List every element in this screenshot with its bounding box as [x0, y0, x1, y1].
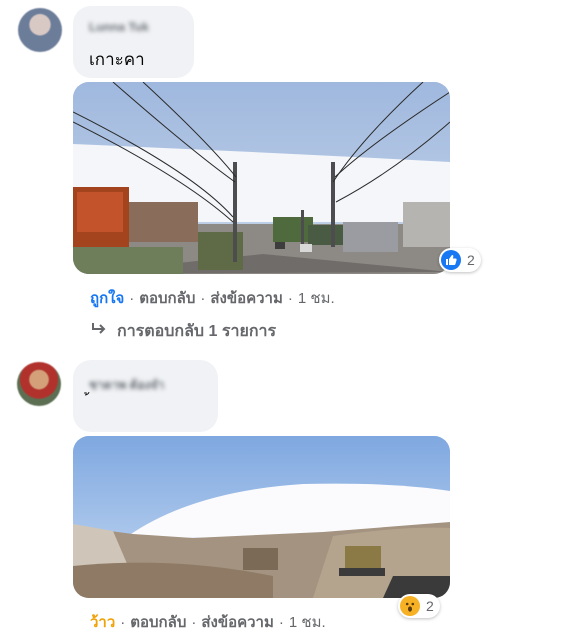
wow-icon — [400, 596, 420, 616]
like-link[interactable]: ถูกใจ — [90, 290, 124, 307]
reply-arrow-icon — [91, 322, 107, 341]
timestamp[interactable]: 1 ชม. — [289, 614, 326, 631]
wow-link[interactable]: ว้าว — [90, 614, 115, 631]
comment-photo-quarry[interactable] — [73, 436, 450, 598]
message-link[interactable]: ส่งข้อความ — [210, 290, 283, 307]
timestamp[interactable]: 1 ชม. — [298, 290, 335, 307]
comment-actions: ว้าว · ตอบกลับ · ส่งข้อความ · 1 ชม. — [90, 614, 326, 631]
reply-link[interactable]: ตอบกลับ — [130, 614, 186, 631]
street-cloud-photo — [73, 82, 450, 274]
view-replies-link[interactable]: การตอบกลับ 1 รายการ — [91, 319, 276, 344]
reply-link[interactable]: ตอบกลับ — [139, 290, 195, 307]
message-link[interactable]: ส่งข้อความ — [201, 614, 274, 631]
commenter-name[interactable]: ชาดาพ ต้องจำ — [89, 376, 164, 395]
comment-bubble: ชาดาพ ต้องจำ ้ — [73, 360, 218, 432]
reaction-count: 2 — [467, 252, 475, 268]
commenter-name[interactable]: Lunna Tuk — [89, 20, 149, 34]
comment-bubble: Lunna Tuk เกาะคา — [73, 6, 194, 78]
reaction-count: 2 — [426, 598, 434, 614]
commenter-avatar[interactable] — [18, 8, 62, 52]
like-icon — [441, 250, 461, 270]
comment-actions: ถูกใจ · ตอบกลับ · ส่งข้อความ · 1 ชม. — [90, 290, 335, 307]
reaction-summary[interactable]: 2 — [398, 594, 440, 618]
reaction-summary[interactable]: 2 — [439, 248, 481, 272]
commenter-avatar[interactable] — [17, 362, 61, 406]
replies-count-label: การตอบกลับ 1 รายการ — [117, 323, 277, 340]
quarry-cloud-photo — [73, 436, 450, 598]
comment-photo-street[interactable] — [73, 82, 450, 274]
comment-text: เกาะคา — [89, 50, 145, 69]
